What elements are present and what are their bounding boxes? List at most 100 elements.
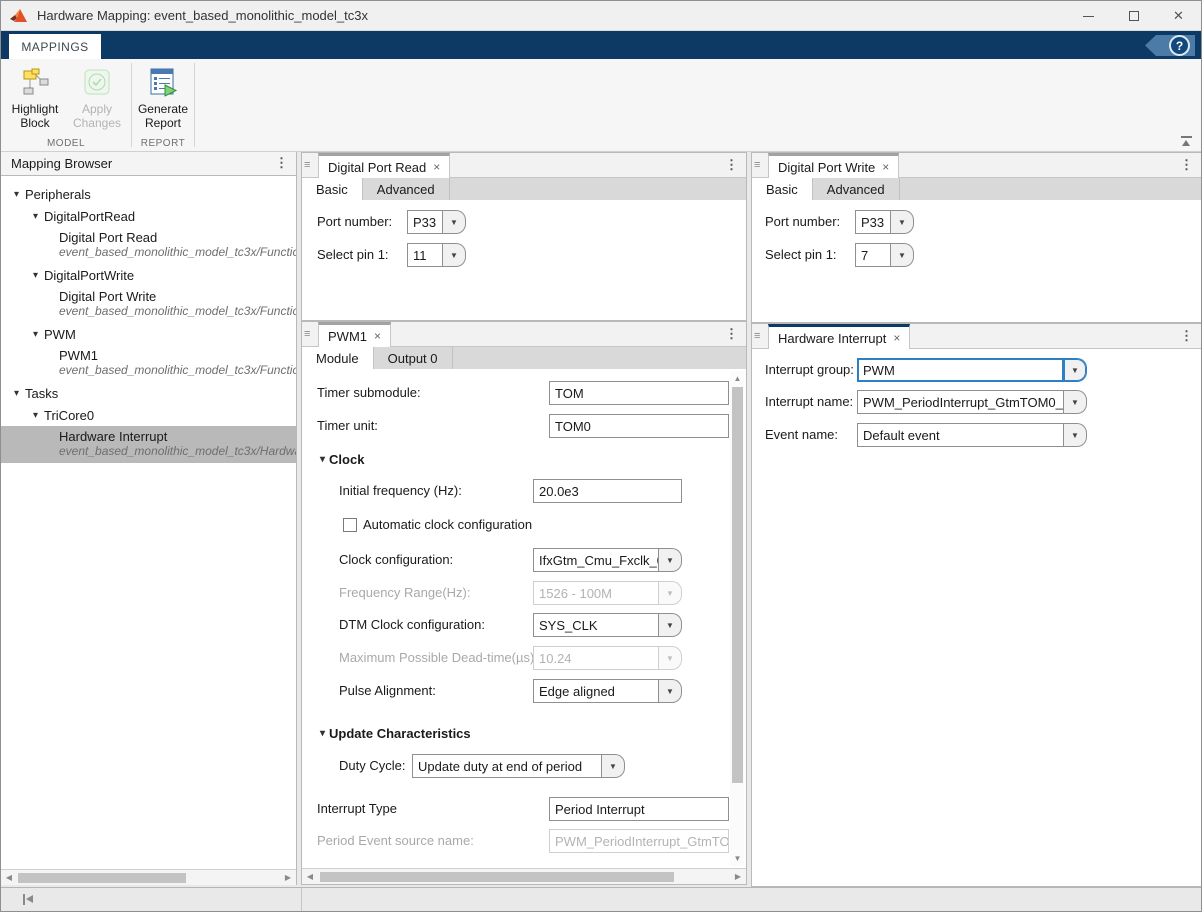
subtab-basic[interactable]: Basic (752, 178, 813, 200)
maximize-button[interactable] (1111, 1, 1156, 31)
panel-grip-icon[interactable]: ≡ (304, 157, 310, 173)
collapse-panel-bar (23, 894, 25, 905)
scroll-right-icon[interactable]: ▶ (730, 869, 746, 884)
pulse-alignment-dropdown[interactable]: Edge aligned ▼ (533, 679, 682, 703)
clock-config-dropdown[interactable]: IfxGtm_Cmu_Fxclk_0 ▼ (533, 548, 682, 572)
tab-hardware-interrupt[interactable]: Hardware Interrupt × (768, 324, 910, 349)
tree-item-pwm1[interactable]: PWM1 event_based_monolithic_model_tc3x/F… (1, 345, 296, 382)
expander-icon[interactable]: ▾ (11, 189, 22, 200)
tab-close-icon[interactable]: × (374, 329, 381, 343)
dropdown-arrow-icon[interactable]: ▼ (891, 210, 914, 234)
panel-menu-icon[interactable]: ⋮ (725, 326, 738, 342)
browser-horizontal-scrollbar[interactable]: ◀ ▶ (1, 869, 296, 885)
dropdown-arrow-icon[interactable]: ▼ (443, 243, 466, 267)
panel-menu-icon[interactable]: ⋮ (1180, 328, 1193, 344)
panel-menu-icon[interactable]: ⋮ (725, 157, 738, 173)
interrupt-group-dropdown[interactable]: PWM ▼ (857, 358, 1087, 382)
mapping-browser-menu-icon[interactable]: ⋮ (275, 155, 288, 171)
subtab-advanced[interactable]: Advanced (813, 178, 900, 200)
highlight-block-label-line2: Block (20, 116, 49, 130)
dropdown-arrow-icon[interactable]: ▼ (443, 210, 466, 234)
tab-digital-port-write[interactable]: Digital Port Write × (768, 153, 899, 178)
scroll-up-icon[interactable]: ▲ (730, 371, 745, 386)
close-button[interactable]: ✕ (1156, 1, 1201, 31)
timer-submodule-field[interactable]: TOM (549, 381, 729, 405)
help-button[interactable]: ? (1145, 35, 1195, 56)
timer-unit-field[interactable]: TOM0 (549, 414, 729, 438)
tab-mappings[interactable]: MAPPINGS (9, 34, 101, 59)
tree-item-digitalportread[interactable]: ▾ DigitalPortRead (1, 205, 296, 227)
scrollbar-thumb[interactable] (18, 873, 186, 883)
expander-icon[interactable]: ▾ (30, 270, 41, 281)
dropdown-value: SYS_CLK (533, 613, 659, 637)
tree-item-tricore0[interactable]: ▾ TriCore0 (1, 404, 296, 426)
panel-menu-icon[interactable]: ⋮ (1180, 157, 1193, 173)
scrollbar-thumb[interactable] (320, 872, 674, 882)
duty-cycle-dropdown[interactable]: Update duty at end of period ▼ (412, 754, 625, 778)
expander-icon[interactable]: ▾ (11, 388, 22, 399)
interrupt-type-field[interactable]: Period Interrupt (549, 797, 729, 821)
dropdown-arrow-icon[interactable]: ▼ (891, 243, 914, 267)
scroll-down-icon[interactable]: ▼ (730, 851, 745, 866)
scroll-left-icon[interactable]: ◀ (1, 870, 17, 885)
dropdown-arrow-icon[interactable]: ▼ (659, 679, 682, 703)
interrupt-name-dropdown[interactable]: PWM_PeriodInterrupt_GtmTOM0_20 ▼ (857, 390, 1087, 414)
tree-item-pwm[interactable]: ▾ PWM (1, 323, 296, 345)
dropdown-arrow-icon[interactable]: ▼ (602, 754, 625, 778)
minimize-button[interactable] (1066, 1, 1111, 31)
tree-item-digitalportwrite[interactable]: ▾ DigitalPortWrite (1, 264, 296, 286)
pwm1-vertical-scrollbar[interactable]: ▲ ▼ (730, 371, 745, 866)
subtab-output0[interactable]: Output 0 (374, 347, 453, 369)
mapping-browser-tree: ▾ Peripherals ▾ DigitalPortRead Digital … (1, 177, 296, 859)
panel-grip-icon[interactable]: ≡ (754, 157, 760, 173)
panel-grip-icon[interactable]: ≡ (754, 328, 760, 344)
tree-item-peripherals[interactable]: ▾ Peripherals (1, 183, 296, 205)
dropdown-arrow-icon[interactable]: ▼ (1064, 390, 1087, 414)
tree-item-path: event_based_monolithic_model_tc3x/Functi… (59, 363, 296, 377)
scroll-right-icon[interactable]: ▶ (280, 870, 296, 885)
tree-item-hardware-interrupt-selected[interactable]: Hardware Interrupt event_based_monolithi… (1, 426, 296, 463)
pwm1-horizontal-scrollbar[interactable]: ◀ ▶ (302, 868, 746, 884)
clock-section-header[interactable]: ▾ Clock (320, 452, 364, 467)
highlight-block-button[interactable]: Highlight Block (5, 65, 65, 130)
highlight-block-label: Highlight Block (12, 102, 59, 130)
scrollbar-thumb[interactable] (732, 387, 743, 783)
expander-icon[interactable]: ▾ (30, 410, 41, 421)
expander-icon[interactable]: ▾ (30, 329, 41, 340)
tab-close-icon[interactable]: × (882, 160, 889, 174)
dropdown-arrow-icon[interactable]: ▼ (1064, 423, 1087, 447)
collapse-ribbon-button[interactable] (1180, 136, 1193, 147)
tab-pwm1[interactable]: PWM1 × (318, 322, 391, 347)
expander-icon[interactable]: ▾ (30, 211, 41, 222)
section-collapse-icon[interactable]: ▾ (320, 454, 325, 465)
tab-close-icon[interactable]: × (433, 160, 440, 174)
tab-digital-port-read[interactable]: Digital Port Read × (318, 153, 450, 178)
scroll-left-icon[interactable]: ◀ (302, 869, 318, 884)
update-characteristics-section-header[interactable]: ▾ Update Characteristics (320, 726, 471, 741)
tree-item-digital-port-read[interactable]: Digital Port Read event_based_monolithic… (1, 227, 296, 264)
panel-grip-icon[interactable]: ≡ (304, 326, 310, 342)
select-pin-dropdown[interactable]: 11 ▼ (407, 243, 466, 267)
tree-item-tasks[interactable]: ▾ Tasks (1, 382, 296, 404)
dtm-clock-dropdown[interactable]: SYS_CLK ▼ (533, 613, 682, 637)
pwm1-panel: ≡ PWM1 × ⋮ Module Output 0 Timer submodu… (301, 321, 747, 885)
subtab-advanced[interactable]: Advanced (363, 178, 450, 200)
generate-report-button[interactable]: Generate Report (133, 65, 193, 130)
event-name-dropdown[interactable]: Default event ▼ (857, 423, 1087, 447)
section-collapse-icon[interactable]: ▾ (320, 728, 325, 739)
select-pin-dropdown[interactable]: 7 ▼ (855, 243, 914, 267)
subtab-module[interactable]: Module (302, 347, 374, 369)
port-number-dropdown[interactable]: P33 ▼ (407, 210, 466, 234)
port-number-dropdown[interactable]: P33 ▼ (855, 210, 914, 234)
tab-close-icon[interactable]: × (893, 331, 900, 345)
freq-range-label: Frequency Range(Hz): (339, 581, 471, 605)
dropdown-arrow-icon[interactable]: ▼ (1064, 358, 1087, 382)
collapse-panel-icon[interactable] (23, 894, 35, 905)
help-icon: ? (1169, 35, 1190, 56)
tree-item-digital-port-write[interactable]: Digital Port Write event_based_monolithi… (1, 286, 296, 323)
dropdown-arrow-icon[interactable]: ▼ (659, 613, 682, 637)
auto-clock-checkbox[interactable] (343, 518, 357, 532)
initial-frequency-field[interactable]: 20.0e3 (533, 479, 682, 503)
dropdown-arrow-icon[interactable]: ▼ (659, 548, 682, 572)
subtab-basic[interactable]: Basic (302, 178, 363, 200)
